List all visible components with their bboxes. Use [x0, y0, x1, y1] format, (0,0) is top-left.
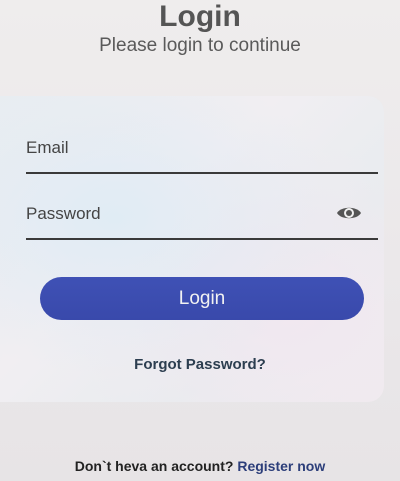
page-subtitle: Please login to continue	[99, 35, 301, 56]
forgot-password-link[interactable]: Forgot Password?	[0, 356, 400, 373]
password-field[interactable]: Password	[26, 198, 378, 240]
login-page: Login Please login to continue Email Pas…	[0, 0, 400, 481]
password-input[interactable]	[26, 198, 346, 236]
register-prompt: Don`t heva an account? Register now	[0, 458, 400, 474]
login-button[interactable]: Login	[40, 277, 364, 320]
eye-icon[interactable]	[336, 204, 362, 222]
register-link[interactable]: Register now	[237, 458, 325, 474]
page-title: Login	[159, 0, 241, 33]
register-prompt-text: Don`t heva an account?	[74, 458, 234, 474]
email-field[interactable]: Email	[26, 132, 378, 174]
email-input[interactable]	[26, 132, 346, 170]
